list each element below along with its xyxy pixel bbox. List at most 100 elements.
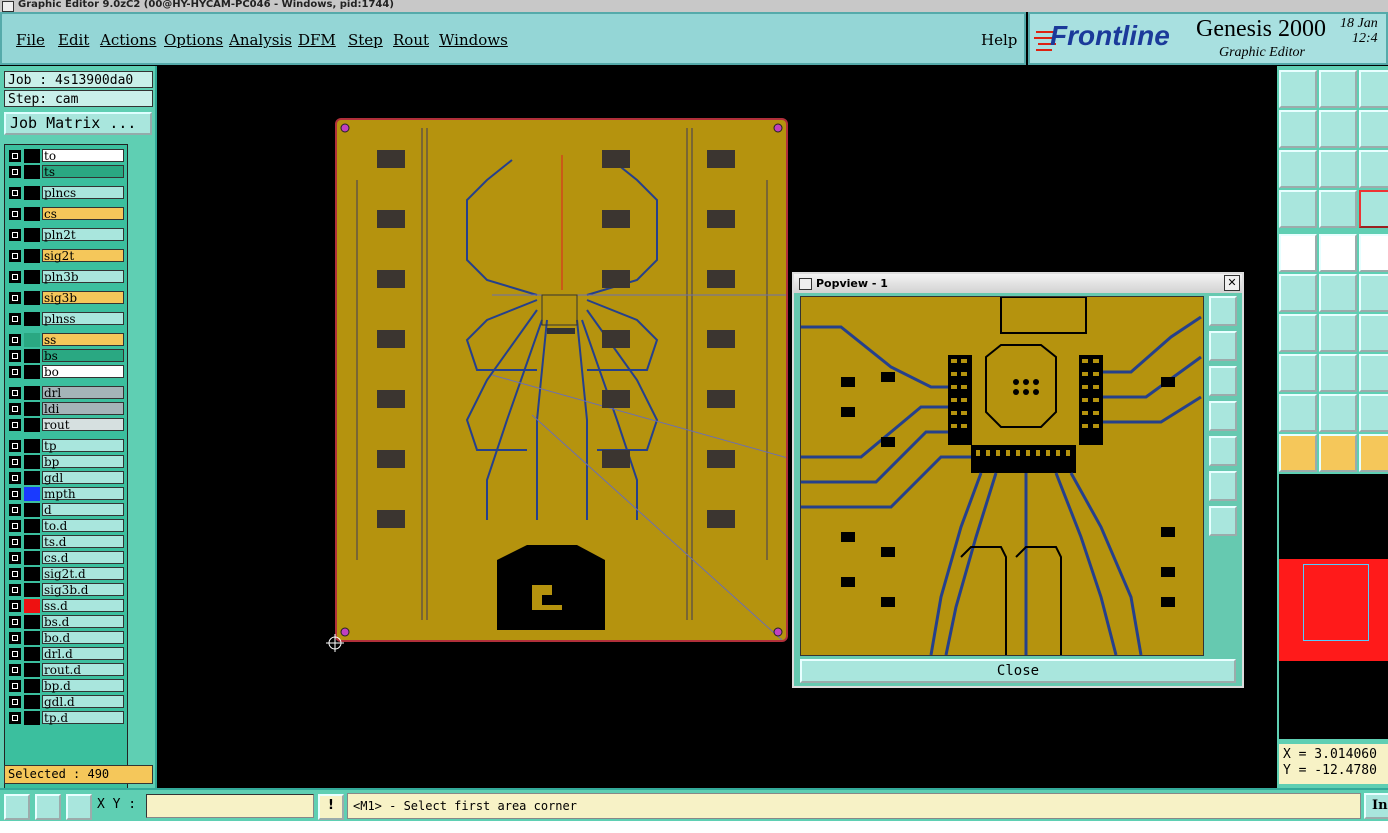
layer-row-bs-d[interactable]: bs.d (7, 615, 127, 629)
layer-color-swatch[interactable] (24, 270, 40, 284)
snap-mode-icon[interactable] (4, 794, 30, 820)
layer-row-bs[interactable]: bs (7, 349, 127, 363)
layer-color-swatch[interactable] (24, 165, 40, 179)
layer-name[interactable]: gdl (42, 471, 124, 484)
layer-color-swatch[interactable] (24, 333, 40, 347)
layer-checkbox[interactable] (9, 208, 21, 220)
layer-checkbox[interactable] (9, 488, 21, 500)
layer-checkbox[interactable] (9, 472, 21, 484)
layer-checkbox[interactable] (9, 712, 21, 724)
layer-row-bo[interactable]: bo (7, 365, 127, 379)
layer-checkbox[interactable] (9, 456, 21, 468)
popview-pan-left-icon[interactable] (1209, 401, 1237, 431)
alert-icon[interactable]: ! (318, 794, 344, 820)
node-icon[interactable] (1279, 354, 1317, 392)
layer-color-swatch[interactable] (24, 149, 40, 163)
layer-name[interactable]: ss (42, 333, 124, 346)
layer-row-rout-d[interactable]: rout.d (7, 663, 127, 677)
layer-row-rout[interactable]: rout (7, 418, 127, 432)
zoom-fit-icon[interactable] (1279, 150, 1317, 188)
layer-name[interactable]: cs (42, 207, 124, 220)
layer-row-pln2t[interactable]: pln2t (7, 228, 127, 242)
layer-name[interactable]: drl (42, 386, 124, 399)
layer-row-sig2t[interactable]: sig2t (7, 249, 127, 263)
zoom-area-icon[interactable] (1319, 150, 1357, 188)
layer-row-ldi[interactable]: ldi (7, 402, 127, 416)
layer-checkbox[interactable] (9, 419, 21, 431)
layer-checkbox[interactable] (9, 313, 21, 325)
layer-row-bp[interactable]: bp (7, 455, 127, 469)
layer-row-pln3b[interactable]: pln3b (7, 270, 127, 284)
layer-color-swatch[interactable] (24, 365, 40, 379)
layer-name[interactable]: bp.d (42, 679, 124, 692)
layer-checkbox[interactable] (9, 520, 21, 532)
layer-checkbox[interactable] (9, 350, 21, 362)
layer-name[interactable]: sig2t.d (42, 567, 124, 580)
pointer-icon[interactable] (1279, 434, 1317, 472)
stretch-icon[interactable] (1359, 354, 1388, 392)
cross-icon[interactable] (1319, 274, 1357, 312)
layer-name[interactable]: drl.d (42, 647, 124, 660)
layer-checkbox[interactable] (9, 568, 21, 580)
layer-checkbox[interactable] (9, 187, 21, 199)
select-box-icon[interactable] (1319, 434, 1357, 472)
pan-left-icon[interactable] (1279, 110, 1317, 148)
close-icon[interactable]: ✕ (1224, 275, 1240, 291)
layer-checkbox[interactable] (9, 680, 21, 692)
layer-checkbox[interactable] (9, 292, 21, 304)
layer-color-swatch[interactable] (24, 455, 40, 469)
layer-color-swatch[interactable] (24, 402, 40, 416)
layer-row-tp-d[interactable]: tp.d (7, 711, 127, 725)
text-edit-icon[interactable] (1359, 394, 1388, 432)
layer-name[interactable]: pln2t (42, 228, 124, 241)
layer-row-to[interactable]: to (7, 149, 127, 163)
layer-name[interactable]: plnss (42, 312, 124, 325)
layer-color-swatch[interactable] (24, 615, 40, 629)
redraw-icon[interactable] (1359, 110, 1388, 148)
layer-name[interactable]: to.d (42, 519, 124, 532)
layer-name[interactable]: sig3b (42, 291, 124, 304)
layer-row-gdl[interactable]: gdl (7, 471, 127, 485)
pad-select-icon[interactable] (1279, 234, 1317, 272)
layer-checkbox[interactable] (9, 440, 21, 452)
layer-color-swatch[interactable] (24, 711, 40, 725)
layer-checkbox[interactable] (9, 150, 21, 162)
layer-row-gdl-d[interactable]: gdl.d (7, 695, 127, 709)
menu-file[interactable]: File (16, 31, 45, 49)
layer-color-swatch[interactable] (24, 228, 40, 242)
layer-name[interactable]: mpth (42, 487, 124, 500)
layer-checkbox[interactable] (9, 504, 21, 516)
layer-color-swatch[interactable] (24, 312, 40, 326)
layer-name[interactable]: bp (42, 455, 124, 468)
pcb-board[interactable] (335, 118, 788, 642)
layer-checkbox[interactable] (9, 632, 21, 644)
layer-row-ts-d[interactable]: ts.d (7, 535, 127, 549)
angle-mode-icon[interactable] (35, 794, 61, 820)
layer-row-bp-d[interactable]: bp.d (7, 679, 127, 693)
menu-edit[interactable]: Edit (58, 31, 89, 49)
menu-rout[interactable]: Rout (393, 31, 429, 49)
input-button[interactable]: In (1364, 793, 1388, 819)
connect-icon[interactable] (1279, 274, 1317, 312)
layer-color-swatch[interactable] (24, 647, 40, 661)
layer-name[interactable]: bo.d (42, 631, 124, 644)
layer-checkbox[interactable] (9, 536, 21, 548)
layer-name[interactable]: tp (42, 439, 124, 452)
layer-color-swatch[interactable] (24, 349, 40, 363)
zoom-back-icon[interactable] (1319, 70, 1357, 108)
layer-color-swatch[interactable] (24, 599, 40, 613)
select-polygon-icon[interactable] (1359, 434, 1388, 472)
popview-fit-icon[interactable] (1209, 471, 1237, 501)
overview-map[interactable] (1279, 474, 1388, 739)
minus-icon[interactable] (1319, 354, 1357, 392)
layer-row-ts[interactable]: ts (7, 165, 127, 179)
layer-color-swatch[interactable] (24, 567, 40, 581)
layer-row-mpth[interactable]: mpth (7, 487, 127, 501)
layer-checkbox[interactable] (9, 366, 21, 378)
snap-icon[interactable] (1359, 190, 1388, 228)
arc-icon[interactable] (1359, 314, 1388, 352)
layer-color-swatch[interactable] (24, 439, 40, 453)
layer-checkbox[interactable] (9, 696, 21, 708)
layer-name[interactable]: rout (42, 418, 124, 431)
layer-color-swatch[interactable] (24, 186, 40, 200)
